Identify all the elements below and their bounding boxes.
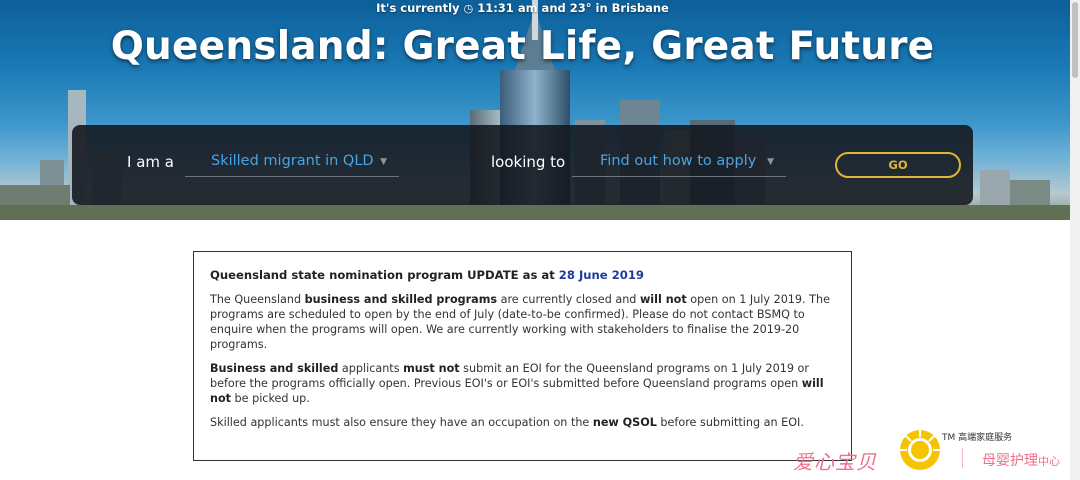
p1-text-1: The Queensland: [210, 293, 305, 306]
watermark-right-text: 母婴护理中心: [982, 450, 1060, 470]
who-select-value: Skilled migrant in QLD: [211, 153, 374, 169]
p3-text-2: before submitting an EOI.: [656, 416, 804, 429]
p1-bold-2: will not: [639, 293, 687, 306]
notice-paragraph-1: The Queensland business and skilled prog…: [210, 292, 835, 352]
iam-label: I am a: [127, 153, 174, 171]
update-notice: Queensland state nomination program UPDA…: [193, 251, 852, 461]
p2-text-3: be picked up.: [231, 392, 310, 405]
watermark-left-text: 爱心宝贝: [793, 450, 877, 474]
weather-prefix: It's currently: [376, 1, 460, 15]
p3-bold-1: new QSOL: [592, 416, 657, 429]
notice-paragraph-2: Business and skilled applicants must not…: [210, 361, 835, 406]
p2-bold-1: Business and skilled: [210, 362, 339, 375]
p2-bold-2: must not: [403, 362, 460, 375]
page-scrollbar[interactable]: [1070, 0, 1080, 480]
hero-banner: It's currently ◷ 11:31 am and 23° in Bri…: [0, 0, 1070, 220]
pathway-finder: I am a Skilled migrant in QLD ▼ looking …: [72, 125, 973, 205]
looking-label: looking to: [491, 153, 566, 171]
page-title: Queensland: Great Life, Great Future: [110, 24, 935, 69]
scrollbar-thumb[interactable]: [1072, 2, 1078, 78]
what-select[interactable]: Find out how to apply ▼: [572, 147, 786, 177]
watermark-right-main: 母婴护理: [982, 453, 1038, 469]
clock-icon: ◷: [463, 2, 474, 15]
p1-bold-1: business and skilled programs: [304, 293, 498, 306]
chevron-down-icon: ▼: [767, 157, 774, 167]
p1-text-2: are currently closed and: [497, 293, 640, 306]
watermark-tagline-text: 高端家庭服务: [958, 433, 1013, 443]
notice-date: 28 June 2019: [558, 268, 644, 282]
weather-text: 11:31 am and 23° in Brisbane: [477, 1, 669, 15]
weather-line: It's currently ◷ 11:31 am and 23° in Bri…: [0, 1, 1045, 15]
chevron-down-icon: ▼: [380, 157, 387, 167]
notice-heading: Queensland state nomination program UPDA…: [210, 268, 835, 283]
go-button[interactable]: GO: [835, 152, 961, 178]
who-select[interactable]: Skilled migrant in QLD ▼: [185, 147, 399, 177]
sun-logo-icon: [900, 430, 940, 470]
p2-text-1: applicants: [338, 362, 404, 375]
watermark-tm: TM: [942, 433, 956, 443]
notice-heading-text: Queensland state nomination program UPDA…: [210, 268, 555, 282]
notice-paragraph-3: Skilled applicants must also ensure they…: [210, 415, 835, 430]
watermark-tagline: TM 高端家庭服务: [942, 430, 1012, 443]
what-select-value: Find out how to apply: [600, 153, 757, 169]
p3-text-1: Skilled applicants must also ensure they…: [210, 416, 593, 429]
watermark-right-small: 中心: [1038, 455, 1060, 468]
watermark-divider: [962, 448, 963, 468]
